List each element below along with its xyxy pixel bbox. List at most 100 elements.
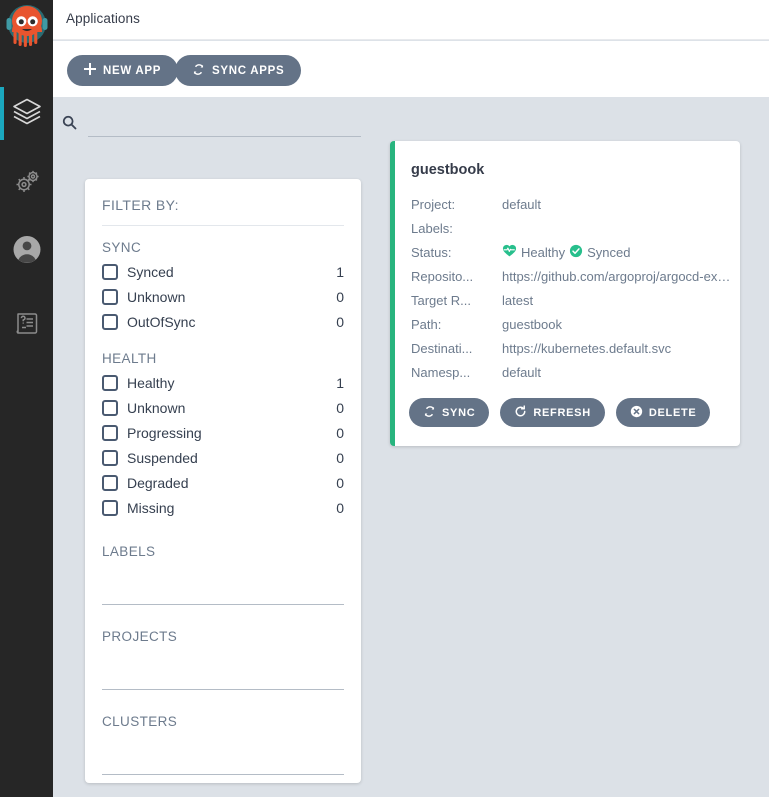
filter-panel: FILTER BY: SYNC Synced 1 Unknown 0 OutOf… <box>85 179 361 783</box>
page-title: Applications <box>66 11 140 26</box>
health-status: Healthy <box>502 243 565 261</box>
filter-group-heading: SYNC <box>102 240 142 255</box>
filter-option-count: 0 <box>336 499 344 516</box>
detail-value: default <box>502 364 542 380</box>
status-badge: Healthy Synced <box>502 243 732 261</box>
filter-option-healthy[interactable]: Healthy 1 <box>102 370 344 395</box>
health-status-label: Healthy <box>521 244 566 260</box>
checkbox-progressing[interactable] <box>102 424 118 441</box>
checkbox-missing[interactable] <box>102 499 118 516</box>
projects-filter-input[interactable] <box>102 644 344 690</box>
page-header: Applications <box>53 0 769 40</box>
filter-option-missing[interactable]: Missing 0 <box>102 495 344 520</box>
filter-group-health: HEALTH Healthy 1 Unknown 0 Progressing 0… <box>102 351 344 520</box>
layers-icon <box>11 95 43 132</box>
delete-button-label: DELETE <box>648 406 697 419</box>
detail-row-labels: Labels: <box>411 216 732 240</box>
filter-option-label: Progressing <box>127 424 202 441</box>
new-app-label: NEW APP <box>103 64 162 77</box>
detail-row-target-revision: Target R... latest <box>411 288 732 312</box>
filter-option-label: Suspended <box>127 449 198 466</box>
checkbox-outofsync[interactable] <box>102 313 118 330</box>
detail-row-repository: Reposito... https://github.com/argoproj/… <box>411 264 732 288</box>
sync-icon <box>423 405 436 421</box>
checkbox-degraded[interactable] <box>102 474 118 491</box>
checkbox-suspended[interactable] <box>102 449 118 466</box>
detail-value: https://github.com/argoproj/argocd-exa..… <box>502 268 732 284</box>
sidebar <box>0 0 53 797</box>
filter-option-label: Missing <box>127 499 175 516</box>
sync-apps-button[interactable]: SYNC APPS <box>175 55 302 86</box>
detail-key: Path: <box>411 316 442 332</box>
search-icon[interactable] <box>62 115 77 135</box>
checkbox-healthy[interactable] <box>102 374 118 391</box>
detail-row-status: Status: Healthy Synced <box>411 240 732 264</box>
filter-option-label: OutOfSync <box>127 313 196 330</box>
labels-filter-input[interactable] <box>102 559 344 605</box>
card-actions: SYNC REFRESH DELETE <box>409 398 711 427</box>
delete-circle-icon <box>630 405 643 421</box>
detail-row-destination: Destinati... https://kubernetes.default.… <box>411 336 732 360</box>
user-icon <box>12 234 42 269</box>
filter-option-count: 0 <box>336 474 344 491</box>
plus-icon <box>84 63 96 78</box>
search-input[interactable] <box>88 111 361 137</box>
checkbox-unknown-health[interactable] <box>102 399 118 416</box>
new-app-button[interactable]: NEW APP <box>67 55 179 86</box>
filter-option-label: Degraded <box>127 474 189 491</box>
sidebar-item-user-info[interactable] <box>0 225 53 278</box>
filter-option-count: 0 <box>336 449 344 466</box>
checkbox-unknown-sync[interactable] <box>102 288 118 305</box>
refresh-button-label: REFRESH <box>533 406 591 419</box>
filter-option-degraded[interactable]: Degraded 0 <box>102 470 344 495</box>
toolbar: NEW APP SYNC APPS <box>53 41 769 97</box>
filter-option-count: 0 <box>336 288 344 305</box>
filter-option-count: 0 <box>336 399 344 416</box>
refresh-button[interactable]: REFRESH <box>500 398 605 427</box>
refresh-icon <box>514 404 527 421</box>
filter-group-heading: PROJECTS <box>102 629 178 644</box>
argo-octopus-logo[interactable] <box>4 2 50 48</box>
sidebar-active-indicator <box>0 87 4 140</box>
filter-option-label: Unknown <box>127 399 186 416</box>
filter-option-label: Healthy <box>127 374 175 391</box>
search-bar <box>53 97 769 147</box>
sync-button[interactable]: SYNC <box>409 398 490 427</box>
detail-value: default <box>502 196 542 212</box>
filter-option-unknown-sync[interactable]: Unknown 0 <box>102 284 344 309</box>
detail-value: guestbook <box>502 316 562 332</box>
filter-group-projects: PROJECTS <box>102 629 344 690</box>
application-name: guestbook <box>411 162 485 178</box>
filter-option-unknown-health[interactable]: Unknown 0 <box>102 395 344 420</box>
filter-group-heading: HEALTH <box>102 351 157 366</box>
heartbeat-icon <box>502 243 517 261</box>
sidebar-item-settings[interactable] <box>0 157 53 210</box>
filter-group-clusters: CLUSTERS <box>102 714 344 775</box>
detail-row-path: Path: guestbook <box>411 312 732 336</box>
sidebar-item-documentation[interactable] <box>0 299 53 352</box>
filter-group-heading: LABELS <box>102 544 156 559</box>
filter-option-outofsync[interactable]: OutOfSync 0 <box>102 309 344 334</box>
filter-group-sync: SYNC Synced 1 Unknown 0 OutOfSync 0 <box>102 240 344 334</box>
detail-key: Target R... <box>411 292 471 308</box>
filter-option-count: 1 <box>336 263 344 280</box>
sidebar-item-applications[interactable] <box>0 87 53 140</box>
sync-status: Synced <box>569 244 630 261</box>
detail-row-namespace: Namesp... default <box>411 360 732 384</box>
filter-option-progressing[interactable]: Progressing 0 <box>102 420 344 445</box>
clusters-filter-input[interactable] <box>102 729 344 775</box>
filter-option-suspended[interactable]: Suspended 0 <box>102 445 344 470</box>
filter-group-heading: CLUSTERS <box>102 714 178 729</box>
detail-value: https://kubernetes.default.svc <box>502 340 672 356</box>
detail-value: latest <box>502 292 534 308</box>
detail-key: Destinati... <box>411 340 473 356</box>
gears-icon <box>11 165 43 202</box>
filter-option-count: 1 <box>336 374 344 391</box>
filter-group-labels: LABELS <box>102 544 344 605</box>
sync-status-label: Synced <box>587 244 631 260</box>
filter-option-synced[interactable]: Synced 1 <box>102 259 344 284</box>
checkbox-synced[interactable] <box>102 263 118 280</box>
filter-option-count: 0 <box>336 424 344 441</box>
delete-button[interactable]: DELETE <box>615 398 711 427</box>
application-card[interactable]: guestbook Project: default Labels: Statu… <box>390 141 740 446</box>
